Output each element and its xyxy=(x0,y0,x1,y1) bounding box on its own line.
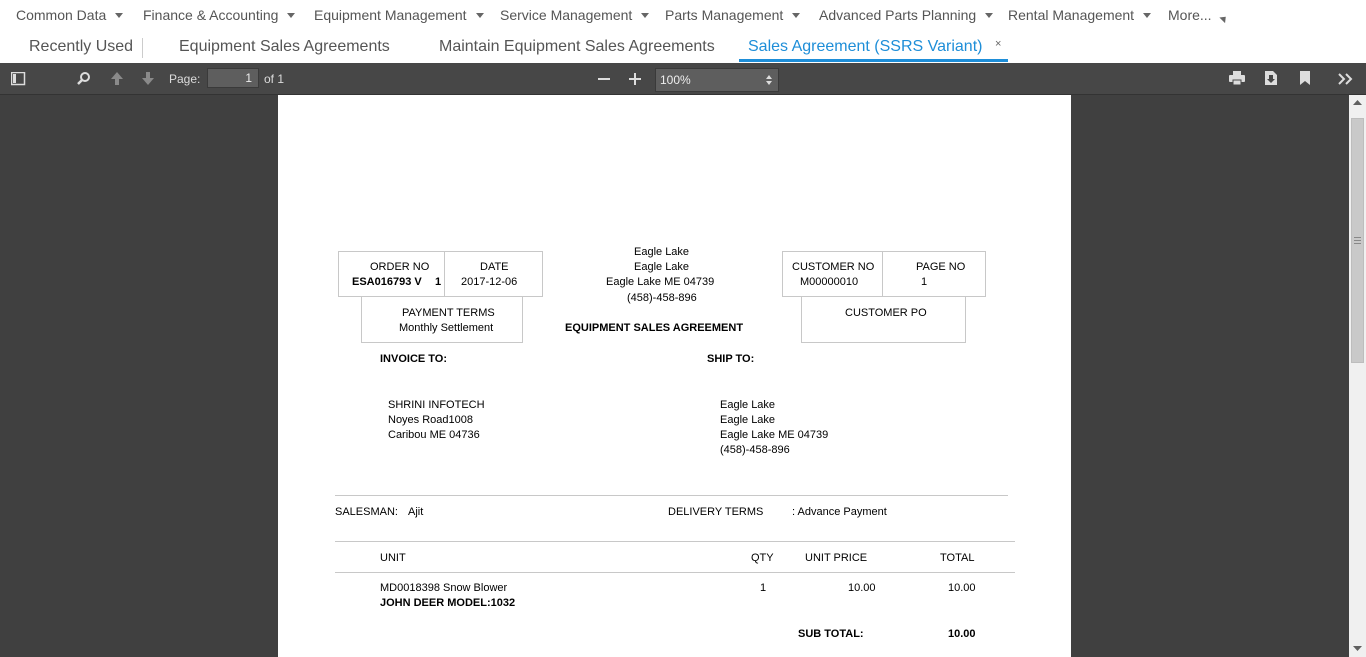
ship-to-line-3: Eagle Lake ME 04739 xyxy=(720,429,829,441)
delivery-terms-value: : Advance Payment xyxy=(792,506,887,518)
zoom-value: 100% xyxy=(660,73,691,87)
chevron-down-icon xyxy=(287,12,296,18)
column-header-unit: UNIT xyxy=(380,552,406,564)
nav-parts-management[interactable]: Parts Management xyxy=(665,7,801,23)
download-icon[interactable] xyxy=(1264,71,1278,86)
payment-terms-value: Monthly Settlement xyxy=(399,322,494,334)
nav-advanced-parts-planning[interactable]: Advanced Parts Planning xyxy=(819,7,994,23)
column-header-unit-price: UNIT PRICE xyxy=(805,552,868,564)
company-line-3: Eagle Lake ME 04739 xyxy=(606,276,715,288)
search-icon[interactable] xyxy=(77,71,91,85)
invoice-to-line-1: SHRINI INFOTECH xyxy=(388,399,485,411)
customer-po-label: CUSTOMER PO xyxy=(845,307,927,319)
date-label: DATE xyxy=(480,261,509,273)
line-model: JOHN DEER MODEL:1032 xyxy=(380,597,516,609)
nav-equipment-management[interactable]: Equipment Management xyxy=(314,7,484,23)
nav-rental-management[interactable]: Rental Management xyxy=(1008,7,1152,23)
close-tab-icon[interactable]: × xyxy=(995,38,1001,50)
ship-to-line-1: Eagle Lake xyxy=(720,399,776,411)
invoice-to-line-2: Noyes Road1008 xyxy=(388,414,474,426)
tab-maintain-equipment-sales-agreements[interactable]: Maintain Equipment Sales Agreements xyxy=(439,38,715,56)
next-page-icon[interactable] xyxy=(141,71,155,86)
nav-more[interactable]: More... xyxy=(1168,7,1229,23)
previous-page-icon[interactable] xyxy=(110,71,124,86)
scroll-down-icon[interactable] xyxy=(1353,646,1362,652)
company-line-2: Eagle Lake xyxy=(634,261,690,273)
line-total: 10.00 xyxy=(948,582,976,594)
sidebar-toggle-icon[interactable] xyxy=(11,72,26,86)
zoom-select[interactable]: 100% xyxy=(655,68,779,92)
delivery-terms-label: DELIVERY TERMS xyxy=(668,506,764,518)
invoice-to-line-3: Caribou ME 04736 xyxy=(388,429,480,441)
ship-to-line-2: Eagle Lake xyxy=(720,414,776,426)
chevron-down-icon xyxy=(115,12,124,18)
payment-terms-label: PAYMENT TERMS xyxy=(402,307,495,319)
tab-divider xyxy=(142,38,143,58)
subtotal-label: SUB TOTAL: xyxy=(798,628,864,640)
nav-service-management[interactable]: Service Management xyxy=(500,7,650,23)
tab-equipment-sales-agreements[interactable]: Equipment Sales Agreements xyxy=(179,38,390,56)
salesman-label: SALESMAN: xyxy=(335,506,398,518)
customer-box xyxy=(782,251,986,297)
customer-box-divider xyxy=(882,251,883,297)
tab-bar: Recently Used Equipment Sales Agreements… xyxy=(0,32,1366,63)
divider xyxy=(335,495,1008,496)
chevron-down-icon xyxy=(792,12,801,18)
zoom-out-icon[interactable] xyxy=(598,78,610,81)
tab-sales-agreement-ssrs[interactable]: Sales Agreement (SSRS Variant) xyxy=(748,38,982,56)
active-tab-indicator xyxy=(739,59,1008,62)
line-unit: MD0018398 Snow Blower xyxy=(380,582,508,594)
zoom-in-icon[interactable] xyxy=(629,73,641,85)
ship-to-phone: (458)-458-896 xyxy=(720,444,790,456)
order-box xyxy=(338,251,543,297)
chevron-down-icon xyxy=(1143,12,1152,18)
bookmark-icon[interactable] xyxy=(1299,71,1311,86)
scroll-up-icon[interactable] xyxy=(1353,100,1362,106)
chevron-down-icon xyxy=(475,12,484,18)
top-navigation: Common Data Finance & Accounting Equipme… xyxy=(0,0,1366,32)
print-icon[interactable] xyxy=(1229,71,1245,86)
page-number-input[interactable]: 1 xyxy=(207,68,259,88)
date-value: 2017-12-06 xyxy=(461,276,518,288)
column-header-qty: QTY xyxy=(751,552,774,564)
select-arrows-icon xyxy=(766,75,772,85)
subtotal-value: 10.00 xyxy=(948,628,976,640)
document-page: ORDER NO ESA016793 V 1 DATE 2017-12-06 P… xyxy=(278,95,1071,657)
tab-recently-used[interactable]: Recently Used xyxy=(29,38,133,56)
page-label: Page: xyxy=(169,72,201,86)
line-qty: 1 xyxy=(760,582,767,594)
scroll-grip-icon xyxy=(1354,237,1361,244)
page-no-value: 1 xyxy=(921,276,928,288)
order-box-divider xyxy=(444,251,445,297)
chevron-down-icon xyxy=(985,12,994,18)
page-count: of 1 xyxy=(264,72,285,86)
table-top-border xyxy=(335,541,1015,542)
line-unit-price: 10.00 xyxy=(848,582,876,594)
invoice-to-label: INVOICE TO: xyxy=(380,353,448,365)
order-revision: 1 xyxy=(435,276,442,288)
nav-finance-accounting[interactable]: Finance & Accounting xyxy=(143,7,296,23)
column-header-total: TOTAL xyxy=(940,552,975,564)
company-phone: (458)-458-896 xyxy=(627,292,697,304)
salesman-value: Ajit xyxy=(408,506,424,518)
customer-po-box xyxy=(801,297,966,343)
order-no-value: ESA016793 V xyxy=(352,276,422,288)
table-header-border xyxy=(335,572,1015,573)
nav-common-data[interactable]: Common Data xyxy=(16,7,124,23)
ship-to-label: SHIP TO: xyxy=(707,353,755,365)
order-no-label: ORDER NO xyxy=(370,261,430,273)
customer-no-value: M00000010 xyxy=(800,276,859,288)
chevron-down-icon xyxy=(641,12,650,18)
page-no-label: PAGE NO xyxy=(916,261,966,273)
customer-no-label: CUSTOMER NO xyxy=(792,261,875,273)
tools-chevron-icon[interactable] xyxy=(1338,73,1354,85)
company-line-1: Eagle Lake xyxy=(634,246,690,258)
expand-corner-icon xyxy=(1218,13,1229,23)
document-title: EQUIPMENT SALES AGREEMENT xyxy=(565,322,744,334)
payment-terms-box xyxy=(361,297,523,343)
